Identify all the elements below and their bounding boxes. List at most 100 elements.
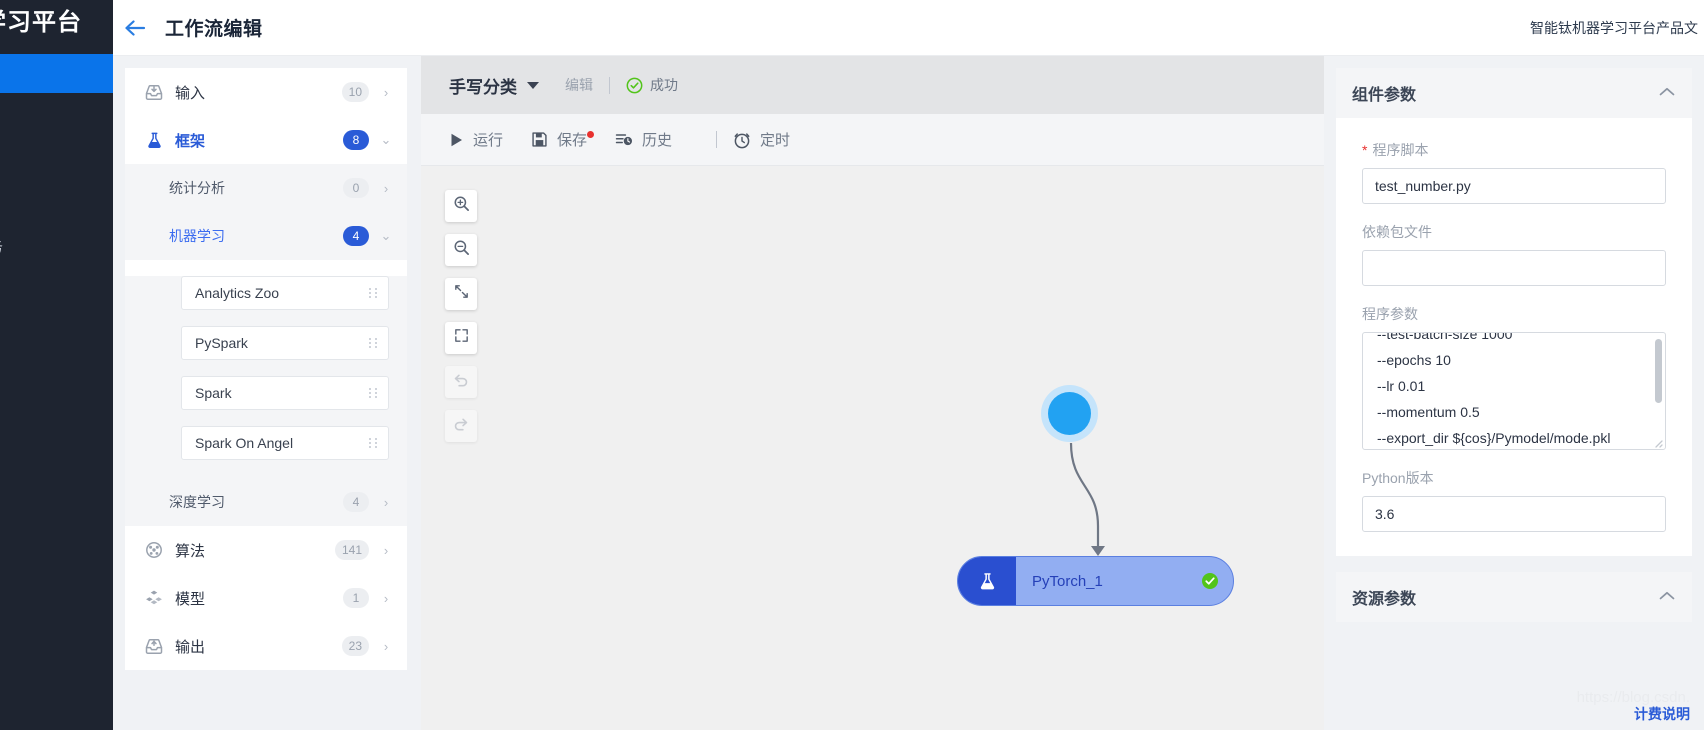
editor-body: 输入 10 › 框架 8 ⌄ 统计分析 0 › 机器学习 4 ⌄ Analyti…	[113, 56, 1704, 730]
status-label: 成功	[650, 77, 678, 93]
chevron-right-icon[interactable]: ›	[379, 85, 393, 100]
edge-layer	[1069, 442, 1105, 556]
caret-down-icon[interactable]	[527, 81, 539, 89]
right-params-column: 组件参数 * 程序脚本 test_number.py 依赖包文件 程序参数 --…	[1324, 56, 1704, 730]
zoom-in-icon	[453, 195, 470, 217]
workflow-canvas[interactable]: PyTorch_1	[421, 166, 1324, 730]
sidebar-item-output[interactable]: 输出 23 ›	[125, 622, 407, 670]
divider	[716, 131, 718, 148]
list-item[interactable]: Spark On Angel	[181, 426, 389, 460]
cubes-icon	[143, 587, 165, 609]
back-button[interactable]	[113, 0, 157, 56]
divider	[609, 76, 610, 94]
component-label: Spark On Angel	[195, 435, 294, 451]
global-nav-rail: 学习平台 务	[0, 0, 113, 730]
sidebar-item-count: 23	[341, 636, 369, 656]
chevron-right-icon[interactable]: ›	[379, 495, 393, 510]
arrow-left-icon	[124, 19, 146, 37]
unsaved-indicator-dot	[587, 131, 595, 138]
sidebar-item-input[interactable]: 输入 10 ›	[125, 68, 407, 116]
list-item[interactable]: Spark	[181, 376, 389, 410]
chevron-up-icon[interactable]	[1658, 589, 1676, 606]
component-list: Analytics Zoo PySpark Spark Spark On Ang…	[125, 276, 407, 478]
rail-item-service[interactable]: 务	[0, 236, 3, 257]
check-circle-icon	[1201, 572, 1219, 590]
field-label-text: Python版本	[1362, 470, 1434, 486]
script-input[interactable]: test_number.py	[1362, 168, 1666, 204]
chevron-right-icon[interactable]: ›	[379, 543, 393, 558]
billing-info-link[interactable]: 计费说明	[1634, 704, 1690, 724]
workflow-edit-button[interactable]: 编辑	[565, 75, 593, 95]
field-deps: 依赖包文件	[1362, 222, 1666, 286]
field-script: * 程序脚本 test_number.py	[1362, 140, 1666, 204]
run-button[interactable]: 运行	[449, 129, 503, 150]
component-label: PySpark	[195, 335, 248, 351]
chevron-down-icon[interactable]: ⌄	[379, 228, 393, 244]
page-title: 工作流编辑	[165, 19, 263, 40]
fit-screen-button[interactable]	[445, 278, 477, 310]
rail-active-indicator[interactable]	[0, 54, 113, 93]
chevron-right-icon[interactable]: ›	[379, 639, 393, 654]
sidebar-item-count: 8	[343, 130, 369, 150]
canvas-zoom-toolbar	[445, 190, 477, 454]
sidebar-item-model[interactable]: 模型 1 ›	[125, 574, 407, 622]
expand-icon	[453, 327, 470, 349]
sidebar-item-machine-learning[interactable]: 机器学习 4 ⌄	[125, 212, 407, 260]
header-product-doc-label[interactable]: 智能钛机器学习平台产品文	[1530, 18, 1704, 38]
sidebar-item-framework[interactable]: 框架 8 ⌄	[125, 116, 407, 164]
sidebar-item-stats[interactable]: 统计分析 0 ›	[125, 164, 407, 212]
main-column: 工作流编辑 智能钛机器学习平台产品文 输入 10 › 框架 8 ⌄ 统计分析 0…	[113, 0, 1704, 730]
args-line: --epochs 10	[1377, 352, 1451, 368]
drag-handle-icon[interactable]	[369, 388, 378, 398]
zoom-out-button[interactable]	[445, 234, 477, 266]
deps-input[interactable]	[1362, 250, 1666, 286]
card-title: 组件参数	[1352, 87, 1417, 104]
pytorch-node[interactable]: PyTorch_1	[957, 556, 1234, 606]
page-header: 工作流编辑 智能钛机器学习平台产品文	[113, 0, 1704, 56]
undo-button[interactable]	[445, 366, 477, 398]
list-item[interactable]: PySpark	[181, 326, 389, 360]
sidebar-item-deep-learning[interactable]: 深度学习 4 ›	[125, 478, 407, 526]
start-node[interactable]	[1041, 385, 1098, 442]
drag-handle-icon[interactable]	[369, 288, 378, 298]
resize-handle-icon[interactable]	[1651, 435, 1663, 448]
full-screen-button[interactable]	[445, 322, 477, 354]
chevron-down-icon[interactable]: ⌄	[379, 132, 393, 148]
list-item[interactable]: Analytics Zoo	[181, 276, 389, 310]
field-label: Python版本	[1362, 468, 1666, 488]
zoom-out-icon	[453, 239, 470, 261]
args-line: --test-batch-size 1000	[1377, 332, 1513, 342]
run-label: 运行	[473, 132, 504, 149]
redo-button[interactable]	[445, 410, 477, 442]
sidebar-item-label: 模型	[175, 590, 206, 608]
args-scrollbar[interactable]	[1655, 339, 1662, 403]
field-label-text: 程序脚本	[1372, 142, 1429, 158]
zoom-in-button[interactable]	[445, 190, 477, 222]
card-title: 资源参数	[1352, 591, 1417, 608]
save-icon	[531, 131, 548, 148]
sidebar-item-algorithm[interactable]: 算法 141 ›	[125, 526, 407, 574]
args-textarea[interactable]: --test-batch-size 1000 --epochs 10 --lr …	[1362, 332, 1666, 450]
field-label-text: 程序参数	[1362, 306, 1418, 322]
save-button[interactable]: 保存	[531, 129, 595, 150]
python-version-select[interactable]: 3.6	[1362, 496, 1666, 532]
chevron-right-icon[interactable]: ›	[379, 181, 393, 196]
inbox-in-icon	[143, 81, 165, 103]
field-label: * 程序脚本	[1362, 140, 1666, 160]
sidebar-item-label: 输出	[175, 638, 206, 656]
collapse-icon	[453, 283, 470, 305]
workflow-name[interactable]: 手写分类	[449, 73, 517, 98]
timer-icon	[733, 131, 751, 149]
flask-icon	[143, 129, 165, 151]
brand-label: 学习平台	[0, 9, 82, 36]
save-label: 保存	[557, 132, 588, 149]
field-python-version: Python版本 3.6	[1362, 468, 1666, 532]
drag-handle-icon[interactable]	[369, 438, 378, 448]
chevron-right-icon[interactable]: ›	[379, 591, 393, 606]
history-label: 历史	[642, 132, 673, 149]
schedule-button[interactable]: 定时	[733, 129, 790, 150]
chevron-up-icon[interactable]	[1658, 85, 1676, 102]
drag-handle-icon[interactable]	[369, 338, 378, 348]
required-asterisk: *	[1362, 142, 1368, 158]
history-button[interactable]: 历史	[615, 129, 672, 150]
